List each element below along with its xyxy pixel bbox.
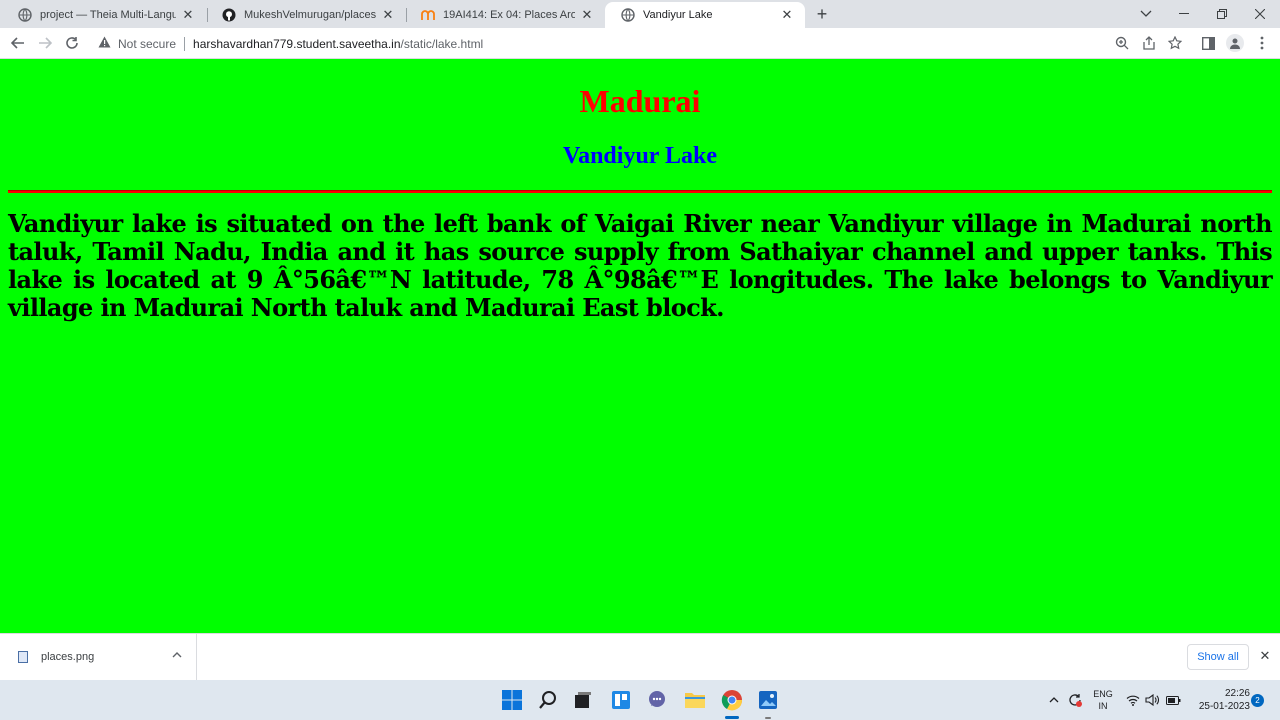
download-item[interactable]: places.png bbox=[0, 634, 197, 680]
clock-date: 25-01-2023 bbox=[1198, 701, 1250, 712]
tab-theia[interactable]: project — Theia Multi-Language ✕ bbox=[2, 2, 206, 28]
widgets-icon[interactable] bbox=[609, 688, 633, 712]
clock-time: 22:26 bbox=[1224, 688, 1250, 699]
notification-badge[interactable]: 2 bbox=[1251, 694, 1264, 707]
tab-github[interactable]: MukeshVelmurugan/places-arou ✕ bbox=[206, 2, 406, 28]
horizontal-rule bbox=[8, 190, 1272, 193]
chrome-icon[interactable] bbox=[720, 688, 744, 712]
system-clock[interactable]: 22:26 25-01-2023 bbox=[1186, 687, 1250, 713]
warning-triangle-icon[interactable] bbox=[98, 36, 112, 51]
close-icon[interactable]: ✕ bbox=[180, 7, 196, 23]
volume-icon[interactable] bbox=[1144, 680, 1160, 720]
side-panel-icon[interactable] bbox=[1200, 35, 1216, 51]
tab-vandiyur-lake[interactable]: Vandiyur Lake ✕ bbox=[605, 2, 805, 28]
open-app-indicator bbox=[765, 717, 771, 719]
minimize-icon[interactable] bbox=[1165, 0, 1203, 28]
globe-icon bbox=[621, 8, 635, 22]
lake-description: Vandiyur lake is situated on the left ba… bbox=[8, 209, 1273, 322]
security-label[interactable]: Not secure bbox=[118, 37, 176, 51]
photos-icon[interactable] bbox=[756, 688, 780, 712]
chevron-up-icon[interactable] bbox=[172, 649, 182, 661]
new-tab-button[interactable]: + bbox=[812, 4, 832, 24]
url-host[interactable]: harshavardhan779.student.saveetha.in bbox=[193, 37, 401, 51]
restore-icon[interactable] bbox=[1203, 0, 1241, 28]
back-arrow-icon[interactable] bbox=[8, 33, 28, 53]
address-divider bbox=[184, 36, 186, 51]
tab-title: Vandiyur Lake bbox=[643, 9, 713, 21]
region-label: IN bbox=[1098, 701, 1108, 711]
close-icon[interactable]: ✕ bbox=[779, 7, 795, 23]
file-explorer-icon[interactable] bbox=[683, 688, 707, 712]
tab-strip: project — Theia Multi-Language ✕ MukeshV… bbox=[0, 0, 1280, 28]
share-icon[interactable] bbox=[1141, 35, 1157, 51]
page-subheading: Vandiyur Lake bbox=[562, 143, 718, 169]
windows-start-icon[interactable] bbox=[500, 688, 524, 712]
address-bar[interactable]: Not secure harshavardhan779.student.save… bbox=[88, 31, 1248, 56]
moodle-icon bbox=[421, 8, 435, 22]
search-icon[interactable] bbox=[536, 688, 560, 712]
close-downloads-icon[interactable]: ✕ bbox=[1257, 648, 1273, 664]
downloads-bar: places.png Show all ✕ bbox=[0, 633, 1280, 680]
profile-avatar-icon[interactable] bbox=[1226, 34, 1244, 52]
reload-icon[interactable] bbox=[62, 33, 82, 53]
page-heading: Madurai bbox=[579, 83, 701, 119]
language-label: ENG bbox=[1093, 689, 1113, 699]
globe-icon bbox=[18, 8, 32, 22]
chat-icon[interactable] bbox=[645, 688, 669, 712]
window-close-icon[interactable] bbox=[1241, 0, 1279, 28]
bookmark-star-icon[interactable] bbox=[1167, 35, 1183, 51]
input-language[interactable]: ENG IN bbox=[1090, 688, 1116, 712]
windows-taskbar: ENG IN 22:26 25-01-2023 2 bbox=[0, 680, 1280, 720]
close-icon[interactable]: ✕ bbox=[380, 7, 396, 23]
forward-arrow-icon[interactable] bbox=[35, 33, 55, 53]
tab-title: 19AI414: Ex 04: Places Around M bbox=[443, 9, 575, 21]
url-path[interactable]: /static/lake.html bbox=[401, 37, 484, 51]
tab-title: project — Theia Multi-Language bbox=[40, 9, 176, 21]
page-content: Madurai Vandiyur Lake Vandiyur lake is s… bbox=[0, 59, 1280, 633]
github-icon bbox=[222, 8, 236, 22]
menu-dots-icon[interactable] bbox=[1254, 35, 1270, 51]
battery-icon[interactable] bbox=[1165, 680, 1181, 720]
wifi-icon[interactable] bbox=[1125, 680, 1141, 720]
download-file-name[interactable]: places.png bbox=[41, 651, 94, 663]
active-app-indicator bbox=[725, 716, 739, 719]
tab-search-chevron-icon[interactable] bbox=[1127, 0, 1165, 28]
task-view-icon[interactable] bbox=[571, 688, 595, 712]
image-file-icon bbox=[18, 651, 28, 663]
zoom-icon[interactable] bbox=[1114, 35, 1130, 51]
close-icon[interactable]: ✕ bbox=[579, 7, 595, 23]
show-all-button[interactable]: Show all bbox=[1187, 644, 1249, 670]
chevron-up-icon[interactable] bbox=[1046, 680, 1062, 720]
tab-moodle[interactable]: 19AI414: Ex 04: Places Around M ✕ bbox=[405, 2, 605, 28]
sync-alert-icon[interactable] bbox=[1066, 680, 1084, 720]
browser-toolbar: Not secure harshavardhan779.student.save… bbox=[0, 28, 1280, 59]
tab-title: MukeshVelmurugan/places-arou bbox=[244, 9, 376, 21]
